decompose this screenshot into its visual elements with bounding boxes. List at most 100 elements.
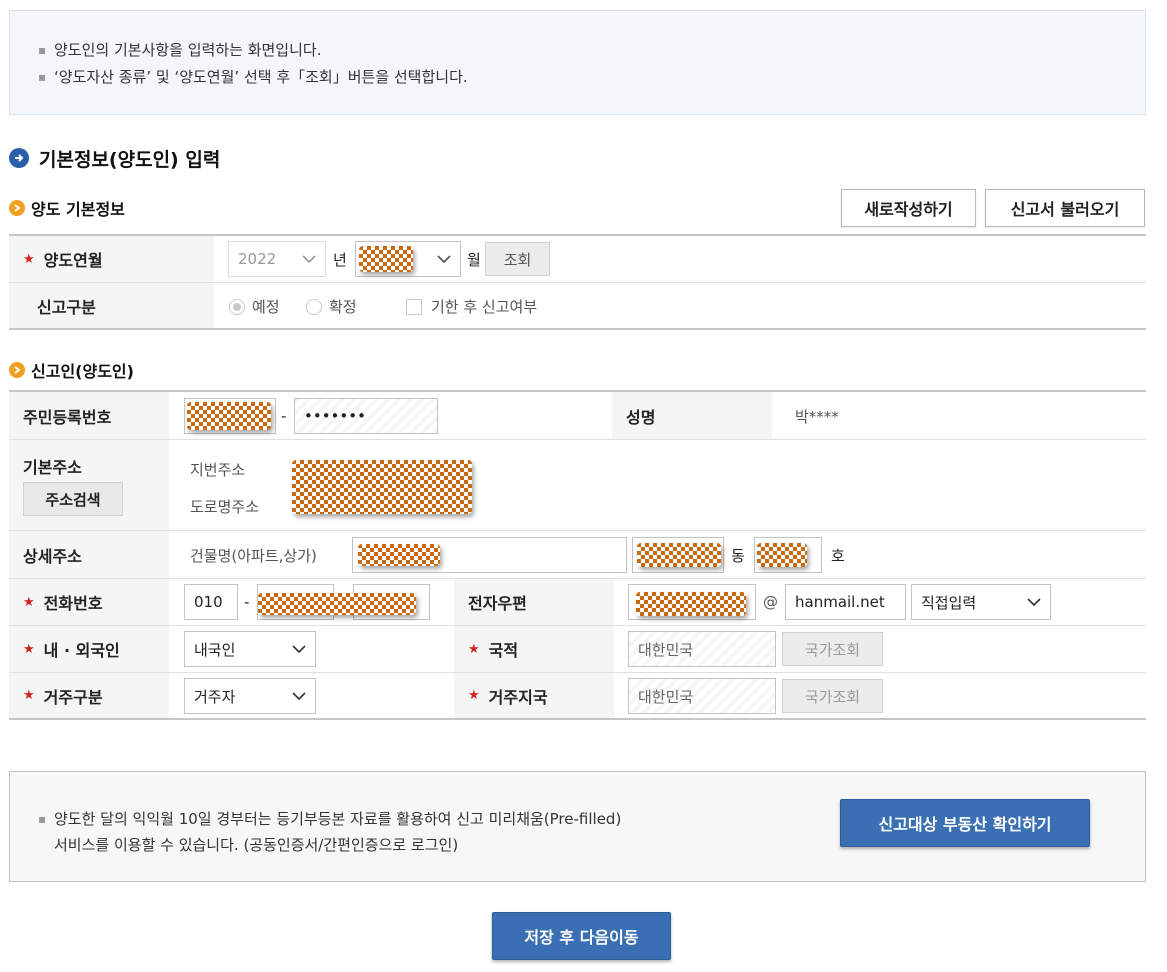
chevron-down-icon [292, 692, 306, 700]
late-report-label: 기한 후 신고여부 [431, 298, 538, 316]
required-star-icon: ★ [23, 688, 35, 703]
name-label-text: 성명 [626, 407, 656, 427]
required-star-icon: ★ [468, 641, 480, 657]
foreign-select[interactable]: 내국인 [184, 631, 316, 667]
chevron-down-icon [292, 645, 306, 653]
chevron-down-icon [437, 255, 451, 263]
row-foreign: ★ 내 · 외국인 내국인 ★ 국적 대한민국 국가조회 [9, 626, 1146, 673]
section-title: 기본정보(양도인) 입력 [9, 145, 220, 171]
email-domain-input[interactable]: hanmail.net [785, 584, 906, 620]
address-label: 기본주소 주소검색 [9, 440, 169, 530]
residency-select[interactable]: 거주자 [184, 678, 316, 714]
rrn-masked-value: ••••••• [304, 407, 366, 425]
residence-country-label-text: 거주지국 [488, 687, 548, 707]
load-report-button[interactable]: 신고서 불러오기 [985, 189, 1145, 227]
radio-unchecked-icon [306, 298, 322, 315]
row-detail-address: 상세주소 건물명(아파트,상가) 동 호 [9, 531, 1146, 579]
phone-prefix-input[interactable]: 010 [184, 584, 238, 620]
building-name-label: 건물명(아파트,상가) [190, 546, 317, 565]
prefill-text-2: 서비스를 이용할 수 있습니다. (공동인증서/간편인증으로 로그인) [54, 836, 459, 854]
road-address-label: 도로명주소 [190, 497, 260, 516]
foreign-select-value: 내국인 [194, 640, 236, 659]
redacted-rrn-first [187, 402, 271, 430]
detail-address-label-text: 상세주소 [23, 546, 82, 566]
reporter-table: 주민등록번호 - ••••••• 성명 박**** 기본주소 주소검색 지번주소… [9, 390, 1146, 720]
save-next-button[interactable]: 저장 후 다음이동 [492, 912, 671, 960]
foreign-label: ★ 내 · 외국인 [9, 626, 169, 672]
redacted-address [292, 460, 472, 514]
nationality-label: ★ 국적 [454, 626, 614, 672]
phone-dash: - [244, 593, 250, 611]
address-search-button[interactable]: 주소검색 [23, 482, 123, 516]
late-report-checkbox[interactable]: 기한 후 신고여부 [406, 283, 537, 330]
radio-final[interactable]: 확정 [306, 283, 357, 330]
residence-country-value: 대한민국 [638, 687, 694, 706]
residency-label: ★ 거주구분 [9, 673, 169, 718]
required-star-icon: ★ [23, 594, 35, 610]
checkbox-icon [406, 298, 422, 315]
dong-unit: 동 [731, 546, 745, 565]
country-lookup-button-2[interactable]: 국가조회 [782, 679, 883, 713]
email-domain-value: hanmail.net [795, 593, 885, 611]
rrn-dash: - [281, 407, 287, 425]
arrow-right-dot-icon [9, 200, 25, 216]
transfer-month-label: ★ 양도연월 [9, 236, 214, 282]
prefill-line-1: ▪ 양도한 달의 익익월 10일 경부터는 등기부등본 자료를 활용하여 신고 미… [38, 810, 622, 828]
basic-info-table: ★ 양도연월 2022 년 월 조회 신고구분 예정 확정 기한 후 신고여부 [9, 234, 1146, 330]
arrow-right-circle-icon [9, 148, 29, 168]
required-star-icon: ★ [468, 688, 480, 703]
foreign-label-text: 내 · 외국인 [43, 641, 120, 660]
basic-info-subtitle-text: 양도 기본정보 [31, 200, 125, 219]
name-value: 박**** [795, 407, 839, 426]
chevron-down-icon [302, 255, 316, 263]
arrow-right-dot-icon [9, 362, 25, 378]
prefill-text-1: 양도한 달의 익익월 10일 경부터는 등기부등본 자료를 활용하여 신고 미리… [54, 810, 622, 828]
notice-text-2: ‘양도자산 종류’ 및 ‘양도연월’ 선택 후「조회」버튼을 선택합니다. [54, 68, 468, 86]
month-unit: 월 [467, 250, 481, 269]
reporter-subtitle-text: 신고인(양도인) [31, 362, 134, 381]
year-unit: 년 [333, 250, 347, 269]
nationality-label-text: 국적 [488, 641, 519, 660]
redacted-email [636, 592, 746, 616]
residence-country-label: ★ 거주지국 [454, 673, 614, 718]
redacted-phone [258, 593, 416, 615]
required-star-icon: ★ [23, 641, 35, 657]
prefill-box: ▪ 양도한 달의 익익월 10일 경부터는 등기부등본 자료를 활용하여 신고 미… [9, 771, 1146, 882]
radio-planned-label: 예정 [252, 298, 280, 316]
transfer-month-label-text: 양도연월 [43, 251, 103, 270]
report-type-label-text: 신고구분 [37, 297, 96, 317]
row-phone: ★ 전화번호 010 - 전자우편 @ hanmail.net 직접입력 [9, 579, 1146, 626]
year-select[interactable]: 2022 [228, 241, 326, 277]
residence-country-input: 대한민국 [628, 678, 776, 714]
radio-planned[interactable]: 예정 [229, 283, 280, 330]
section-title-text: 기본정보(양도인) 입력 [39, 148, 221, 171]
rrn-second-input[interactable]: ••••••• [294, 398, 438, 434]
notice-line-1: ▪ 양도인의 기본사항을 입력하는 화면입니다. [38, 41, 322, 59]
nationality-value: 대한민국 [638, 640, 694, 659]
residency-select-value: 거주자 [194, 687, 236, 706]
chevron-down-icon [1027, 598, 1041, 606]
required-star-icon: ★ [23, 251, 35, 267]
email-domain-select[interactable]: 직접입력 [911, 584, 1051, 620]
redacted-building [358, 544, 440, 566]
new-form-button[interactable]: 새로작성하기 [841, 189, 976, 227]
redacted-dong [637, 543, 721, 567]
year-select-value: 2022 [238, 250, 277, 268]
lot-address-label: 지번주소 [190, 460, 246, 479]
row-address: 기본주소 주소검색 지번주소 도로명주소 [9, 440, 1146, 531]
redacted-ho [757, 543, 807, 567]
phone-label-text: 전화번호 [43, 594, 103, 613]
address-label-text: 기본주소 [23, 458, 82, 477]
prefill-text: ▪ 양도한 달의 익익월 10일 경부터는 등기부등본 자료를 활용하여 신고 미… [38, 806, 621, 858]
check-property-button[interactable]: 신고대상 부동산 확인하기 [840, 799, 1090, 847]
ho-unit: 호 [831, 546, 845, 565]
country-lookup-button[interactable]: 국가조회 [782, 632, 883, 666]
rrn-label: 주민등록번호 [9, 392, 169, 439]
email-label: 전자우편 [454, 579, 614, 625]
notice-text-1: 양도인의 기본사항을 입력하는 화면입니다. [54, 41, 322, 59]
email-label-text: 전자우편 [468, 594, 527, 613]
report-type-label: 신고구분 [9, 283, 214, 328]
residency-label-text: 거주구분 [43, 687, 103, 707]
email-select-value: 직접입력 [921, 593, 977, 612]
lookup-button[interactable]: 조회 [485, 242, 550, 276]
